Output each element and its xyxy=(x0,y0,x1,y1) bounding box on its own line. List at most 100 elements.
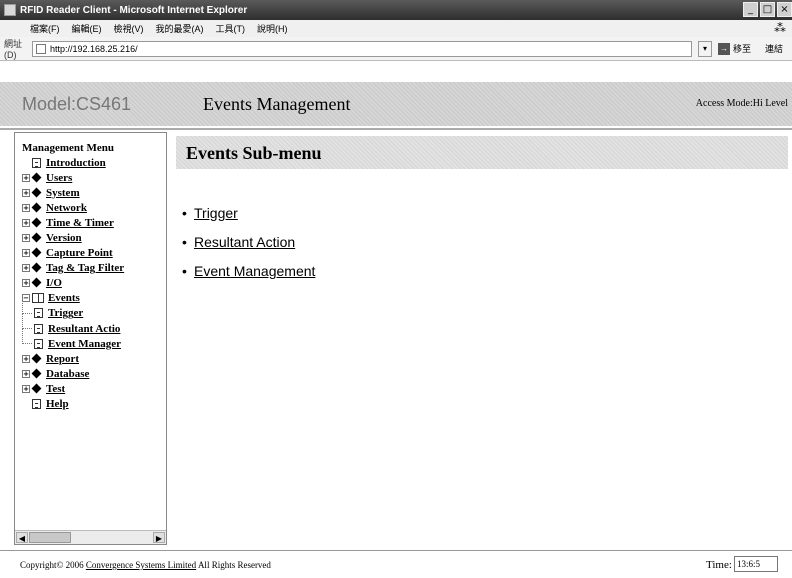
main-content: Events Sub-menu • Trigger • Resultant Ac… xyxy=(170,132,792,545)
list-item: • Trigger xyxy=(182,205,315,234)
expand-icon[interactable]: + xyxy=(22,203,30,212)
scroll-left-icon[interactable]: ◀ xyxy=(16,532,28,543)
address-url: http://192.168.25.216/ xyxy=(50,43,138,54)
access-mode: Access Mode:Hi Level xyxy=(695,98,788,109)
sidebar-item[interactable]: + Report xyxy=(15,351,166,366)
expand-icon[interactable]: + xyxy=(22,218,30,227)
sidebar-item-label[interactable]: Database xyxy=(46,368,89,380)
page-footer: Copyright© 2006 Convergence Systems Limi… xyxy=(0,550,792,578)
sidebar-item-label[interactable]: Users xyxy=(46,172,72,184)
scroll-thumb[interactable] xyxy=(29,532,71,543)
copyright-prefix: Copyright© 2006 xyxy=(20,560,84,570)
doc-icon xyxy=(32,399,41,410)
company-link[interactable]: Convergence Systems Limited xyxy=(86,560,196,570)
menu-file[interactable]: 檔案(F) xyxy=(30,22,60,35)
sidebar-item[interactable]: + Test xyxy=(15,381,166,396)
page-header: Model:CS461 Events Management Access Mod… xyxy=(0,82,792,126)
sidebar-item-label[interactable]: Tag & Tag Filter xyxy=(46,262,124,274)
sidebar-item-label[interactable]: Test xyxy=(46,383,65,395)
tree-connector xyxy=(22,329,32,345)
bullet-icon: • xyxy=(182,234,187,250)
menu-tools[interactable]: 工具(T) xyxy=(216,22,246,35)
sidebar-item[interactable]: + I/O xyxy=(15,276,166,291)
management-menu-title: Management Menu xyxy=(22,142,114,154)
sidebar-item[interactable]: + Database xyxy=(15,366,166,381)
expand-icon[interactable]: + xyxy=(22,234,30,243)
sidebar-item[interactable]: − Events xyxy=(15,291,166,306)
sidebar-item-label[interactable]: Help xyxy=(46,398,69,410)
sidebar-item[interactable]: Introduction xyxy=(15,155,166,170)
sidebar-item[interactable]: + System xyxy=(15,185,166,200)
go-button[interactable]: → 移至 xyxy=(718,42,751,55)
header-divider xyxy=(0,128,792,130)
diamond-icon xyxy=(32,354,42,364)
expand-icon[interactable]: + xyxy=(22,173,30,182)
expand-icon[interactable]: + xyxy=(22,384,30,393)
doc-icon xyxy=(34,323,43,334)
sidebar-item[interactable]: + Capture Point xyxy=(15,246,166,261)
sidebar-item-label[interactable]: Resultant Actio xyxy=(48,323,120,335)
sidebar-item[interactable]: + Version xyxy=(15,230,166,245)
sidebar-item-label[interactable]: Event Manager xyxy=(48,338,121,350)
expand-icon[interactable]: + xyxy=(22,249,30,258)
menu-favorites[interactable]: 我的最愛(A) xyxy=(156,22,204,35)
maximize-button[interactable]: □ xyxy=(760,2,775,17)
menu-view[interactable]: 檢視(V) xyxy=(114,22,144,35)
expand-icon[interactable]: + xyxy=(22,264,30,273)
copyright-suffix: All Rights Reserved xyxy=(197,560,271,570)
expand-icon[interactable]: + xyxy=(22,188,30,197)
sidebar-item[interactable]: Help xyxy=(15,397,166,412)
expand-icon[interactable]: + xyxy=(22,354,30,363)
trigger-link[interactable]: Trigger xyxy=(194,205,238,221)
sidebar-item[interactable]: Event Manager xyxy=(15,329,166,351)
time-label: Time: xyxy=(706,559,732,571)
page-title: Events Management xyxy=(203,94,351,114)
sidebar-item-label[interactable]: Capture Point xyxy=(46,247,113,259)
address-dropdown-icon[interactable]: ▾ xyxy=(698,40,712,57)
sidebar-item[interactable]: Trigger xyxy=(15,298,166,321)
tree-connector xyxy=(22,298,32,314)
resultant-action-link[interactable]: Resultant Action xyxy=(194,234,295,250)
menu-edit[interactable]: 編輯(E) xyxy=(72,22,102,35)
sidebar-item-label[interactable]: Network xyxy=(46,202,87,214)
diamond-icon xyxy=(32,369,42,379)
event-management-link[interactable]: Event Management xyxy=(194,263,315,279)
management-menu-panel: Management Menu Introduction + Users + Syste… xyxy=(14,132,167,545)
scroll-right-icon[interactable]: ▶ xyxy=(153,532,165,543)
links-button[interactable]: 連結 xyxy=(765,42,783,55)
diamond-icon xyxy=(32,263,42,273)
sidebar-item-label[interactable]: Version xyxy=(46,232,82,244)
sidebar-item-label[interactable]: I/O xyxy=(46,277,62,289)
expand-icon[interactable]: + xyxy=(22,279,30,288)
sidebar-item-label[interactable]: Time & Timer xyxy=(46,217,114,229)
doc-icon xyxy=(34,338,43,349)
window-title: RFID Reader Client - Microsoft Internet … xyxy=(20,4,248,16)
sidebar-item-label[interactable]: Events xyxy=(48,292,80,304)
close-button[interactable]: × xyxy=(777,2,792,17)
menu-help[interactable]: 說明(H) xyxy=(257,22,288,35)
sidebar-item[interactable]: + Users xyxy=(15,170,166,185)
horizontal-scrollbar[interactable]: ◀ ▶ xyxy=(15,530,166,544)
sidebar-item[interactable]: + Time & Timer xyxy=(15,215,166,230)
sidebar-item[interactable]: + Tag & Tag Filter xyxy=(15,261,166,276)
diamond-icon xyxy=(32,233,42,243)
expand-icon[interactable]: + xyxy=(22,369,30,378)
ie-icon xyxy=(4,4,16,16)
bullet-icon: • xyxy=(182,205,187,221)
go-label: 移至 xyxy=(733,44,752,54)
sidebar-item-label[interactable]: System xyxy=(46,187,80,199)
time-field[interactable]: 13:6:5 xyxy=(734,556,778,572)
sidebar-item[interactable]: + Network xyxy=(15,200,166,215)
copyright-notice: Copyright© 2006 Convergence Systems Limi… xyxy=(20,560,271,570)
submenu-links: • Trigger • Resultant Action • Event Man… xyxy=(182,205,315,292)
sidebar-item-label[interactable]: Report xyxy=(46,353,79,365)
diamond-icon xyxy=(32,188,42,198)
sidebar-item-label[interactable]: Trigger xyxy=(48,307,83,319)
window-titlebar: RFID Reader Client - Microsoft Internet … xyxy=(0,0,792,20)
sidebar-item[interactable]: Resultant Actio xyxy=(15,314,166,336)
minimize-button[interactable]: _ xyxy=(743,2,758,17)
sidebar-item-label[interactable]: Introduction xyxy=(46,157,106,169)
address-input[interactable]: http://192.168.25.216/ xyxy=(32,40,692,57)
submenu-header: Events Sub-menu xyxy=(176,136,788,169)
